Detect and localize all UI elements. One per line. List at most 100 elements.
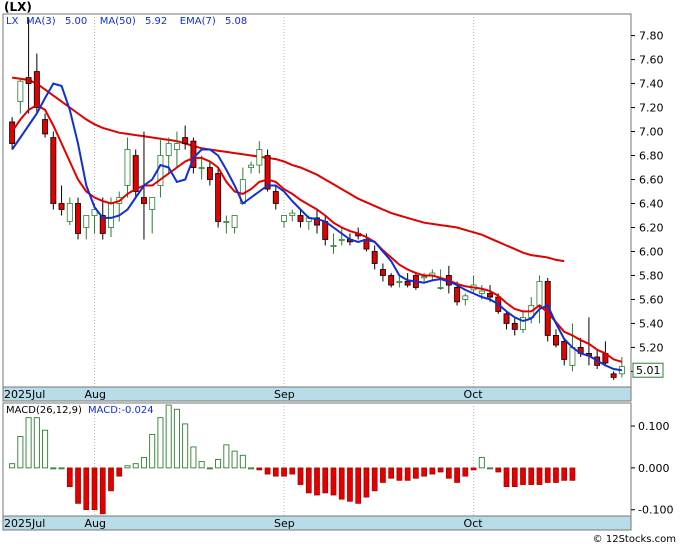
macd-bar [322, 467, 329, 494]
candle-body [165, 143, 172, 156]
candle-body [330, 245, 337, 247]
macd-bar [569, 467, 576, 481]
macd-bar [206, 467, 213, 470]
price-tick-label: 7.80 [639, 30, 664, 43]
macd-bar [528, 467, 535, 485]
price-frame [2, 13, 632, 388]
candle-body [322, 221, 329, 240]
candle-body [58, 203, 65, 210]
price-date-label: Sep [274, 388, 295, 401]
candle-body [149, 197, 156, 210]
macd-bar [116, 467, 123, 477]
macd-bar [83, 467, 90, 511]
candle-body [141, 197, 147, 204]
macd-bar [149, 433, 156, 469]
candle-body [9, 121, 16, 144]
price-date-label: Aug [85, 388, 106, 401]
macd-bar [281, 467, 287, 477]
candle-body [396, 281, 403, 283]
macd-bar [511, 467, 518, 488]
macd-bar [536, 467, 543, 485]
macd-bar [437, 467, 444, 473]
macd-bar [50, 467, 57, 470]
macd-bar [17, 436, 24, 469]
price-date-label: Oct [464, 388, 484, 401]
candle-body [379, 269, 386, 276]
legend-value: 5.08 [225, 16, 247, 27]
macd-bar [182, 423, 189, 469]
macd-date-label: 2025Jul [4, 517, 45, 530]
candle-body [610, 373, 617, 378]
candle-body [198, 167, 205, 169]
legend-value: 5.00 [65, 16, 87, 27]
macd-date-label: Sep [274, 517, 295, 530]
macd-bar [140, 456, 147, 469]
macd-bar [404, 467, 411, 481]
macd-bar [223, 444, 230, 469]
legend-ticker: LX [6, 16, 19, 27]
chart-canvas: 7.80 7.60 7.40 7.20 7.00 6.80 6.60 6.40 6.20 6.00… [2, 13, 673, 531]
candle-body [25, 77, 32, 84]
macd-bar [380, 467, 386, 483]
candle-body [272, 191, 279, 204]
macd-bar [108, 467, 114, 492]
macd-bar [454, 467, 460, 483]
candle-body [454, 287, 461, 303]
macd-bar [289, 467, 296, 475]
macd-bar [347, 467, 353, 502]
macd-bar [520, 467, 526, 485]
candle-body [553, 335, 559, 346]
price-tick-label: 6.00 [639, 245, 664, 258]
macd-bar [157, 417, 164, 469]
macd-bar [25, 417, 32, 469]
price-tick-label: 7.60 [639, 54, 664, 67]
macd-bar [413, 467, 419, 479]
macd-panel: 2025Jul Aug Sep Oct 0.100 0.000 -0.100 MACD(26,… [2, 402, 673, 531]
macd-bar [561, 467, 568, 481]
macd-bar [256, 467, 263, 471]
price-tick-label: 7.40 [639, 78, 664, 91]
legend-label: MA(50) [100, 16, 136, 27]
macd-legend-value: MACD:-0.024 [88, 405, 154, 416]
macd-bar [239, 454, 246, 469]
candle-body [132, 155, 139, 192]
candle-body [173, 143, 180, 150]
price-tick-label: 5.20 [639, 341, 664, 354]
candle-body [182, 137, 189, 144]
legend-label: MA(3) [26, 16, 56, 27]
macd-bar [330, 467, 337, 496]
macd-bar [173, 408, 180, 469]
candle-body [511, 323, 518, 330]
price-panel: 7.80 7.60 7.40 7.20 7.00 6.80 6.60 6.40 6.20 6.00… [2, 13, 664, 402]
candle-body [297, 215, 304, 222]
candle-body [83, 215, 90, 228]
macd-bar [363, 467, 370, 498]
candle-body [569, 347, 576, 366]
price-tick-label: 6.80 [639, 150, 664, 163]
macd-legend-label: MACD(26,12,9) [6, 405, 82, 416]
macd-bar [503, 467, 510, 488]
price-tick-label: 5.80 [639, 269, 664, 282]
macd-bar [231, 450, 238, 469]
candle-body [404, 281, 411, 286]
candle-body [281, 215, 287, 222]
candle-body [487, 293, 493, 298]
candle-body [42, 119, 49, 135]
macd-bar [99, 467, 106, 515]
macd-bar [388, 467, 395, 479]
macd-bar [338, 467, 345, 500]
macd-bar [297, 467, 304, 485]
candle-body [124, 149, 131, 186]
macd-bar [215, 459, 222, 469]
macd-bar [248, 467, 255, 470]
macd-bar [165, 404, 172, 469]
candle-body [503, 313, 510, 324]
candle-body [264, 155, 271, 190]
macd-bar [305, 467, 312, 494]
macd-bar [124, 465, 131, 469]
candle-body [206, 167, 213, 180]
candle-body [462, 295, 469, 300]
candle-body [231, 215, 238, 228]
legend-value: 5.92 [145, 16, 167, 27]
macd-bar [445, 467, 452, 479]
